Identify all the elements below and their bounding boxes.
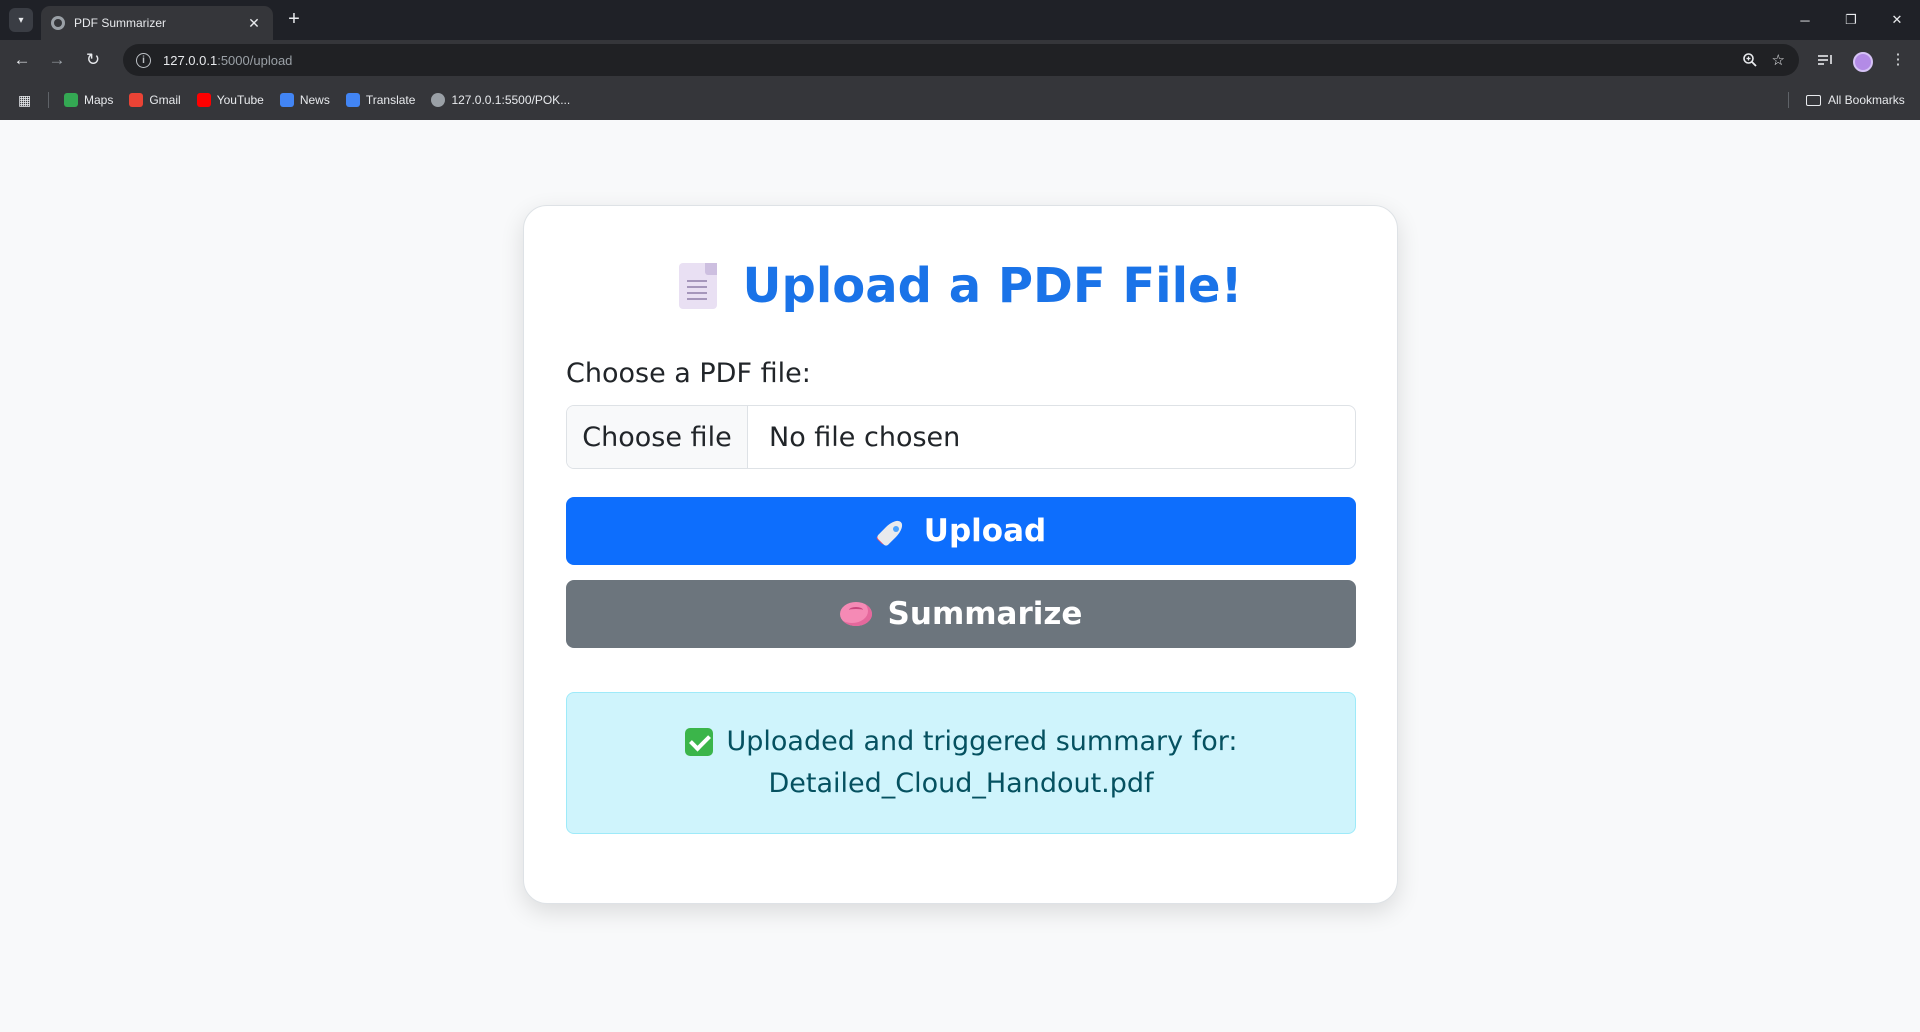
site-info-icon[interactable]: i xyxy=(136,52,151,68)
browser-tab-bar: ▾ PDF Summarizer ✕ + ─ ❐ ✕ xyxy=(0,0,1920,40)
address-bar[interactable]: i 127.0.0.1:5000/upload ☆ xyxy=(123,44,1799,76)
translate-icon xyxy=(345,93,360,107)
all-bookmarks-button[interactable]: All Bookmarks xyxy=(1806,80,1905,120)
summarize-button-label: Summarize xyxy=(887,596,1083,632)
bookmark-list: Maps Gmail YouTube News Translate 127.0.… xyxy=(64,80,570,120)
url-path: :5000/upload xyxy=(217,52,293,68)
bookmark-label: YouTube xyxy=(216,93,264,107)
status-alert: Uploaded and triggered summary for: Deta… xyxy=(566,692,1356,834)
reading-list-icon[interactable] xyxy=(1813,48,1837,72)
tab-close-icon[interactable]: ✕ xyxy=(245,15,263,32)
choose-file-button[interactable]: Choose file xyxy=(567,406,748,468)
globe-icon xyxy=(51,16,65,30)
upload-button-label: Upload xyxy=(923,513,1047,549)
alert-filename: Detailed_Cloud_Handout.pdf xyxy=(768,768,1154,799)
page-title: Upload a PDF File! xyxy=(742,258,1243,314)
file-status-text: No file chosen xyxy=(769,421,961,453)
bookmarks-bar: ▦ Maps Gmail YouTube News Translate 127.… xyxy=(0,80,1920,120)
all-bookmarks-label: All Bookmarks xyxy=(1828,93,1905,107)
news-icon xyxy=(279,93,294,107)
apps-grid-icon[interactable]: ▦ xyxy=(18,92,34,108)
youtube-icon xyxy=(196,93,211,107)
pdf-file-input[interactable]: Choose file No file chosen xyxy=(566,405,1356,469)
bookmark-label: Maps xyxy=(84,93,114,107)
browser-tab[interactable]: PDF Summarizer ✕ xyxy=(41,6,273,40)
menu-icon[interactable]: ⋮ xyxy=(1886,48,1910,72)
bookmark-gmail[interactable]: Gmail xyxy=(129,93,181,107)
reload-button[interactable]: ↻ xyxy=(81,48,105,72)
brain-icon xyxy=(839,598,872,630)
bookmark-label: 127.0.0.1:5500/POK... xyxy=(451,93,571,107)
document-icon xyxy=(678,263,717,309)
check-mark-icon xyxy=(684,728,713,756)
folder-icon xyxy=(1806,94,1821,106)
bookmark-news[interactable]: News xyxy=(279,93,330,107)
bookmark-star-icon[interactable]: ☆ xyxy=(1772,51,1785,69)
tab-search-icon[interactable]: ▾ xyxy=(9,8,33,32)
bookmark-label: Translate xyxy=(365,93,416,107)
close-window-button[interactable]: ✕ xyxy=(1874,0,1920,40)
restore-button[interactable]: ❐ xyxy=(1828,0,1874,40)
bookmark-label: Gmail xyxy=(149,93,181,107)
zoom-icon[interactable] xyxy=(1742,52,1758,68)
minimize-button[interactable]: ─ xyxy=(1782,0,1828,40)
alert-message: Uploaded and triggered summary for: xyxy=(684,721,1238,763)
upload-card: Upload a PDF File! Choose a PDF file: Ch… xyxy=(523,205,1398,904)
url-host: 127.0.0.1 xyxy=(163,52,218,68)
rocket-icon xyxy=(875,515,908,547)
gmail-icon xyxy=(129,93,144,107)
forward-button[interactable]: → xyxy=(45,48,69,72)
window-controls: ─ ❐ ✕ xyxy=(1782,0,1920,40)
omnibox-actions: ☆ xyxy=(1742,44,1785,76)
bookmark-youtube[interactable]: YouTube xyxy=(196,93,264,107)
back-button[interactable]: ← xyxy=(10,48,34,72)
maps-icon xyxy=(64,93,78,107)
tab-title: PDF Summarizer xyxy=(74,16,167,30)
alert-text: Uploaded and triggered summary for: xyxy=(726,726,1238,757)
upload-button[interactable]: Upload xyxy=(566,497,1356,565)
summarize-button[interactable]: Summarize xyxy=(566,580,1356,648)
file-input-label: Choose a PDF file: xyxy=(566,358,811,389)
new-tab-button[interactable]: + xyxy=(282,8,306,32)
page-heading: Upload a PDF File! xyxy=(524,251,1397,321)
profile-avatar[interactable] xyxy=(1853,52,1873,72)
bookmarks-divider xyxy=(48,92,49,108)
bookmark-localhost[interactable]: 127.0.0.1:5500/POK... xyxy=(431,93,570,107)
browser-toolbar: ← → ↻ i 127.0.0.1:5000/upload ☆ ⋮ xyxy=(0,40,1920,80)
bookmark-translate[interactable]: Translate xyxy=(345,93,416,107)
globe-icon xyxy=(431,93,446,107)
bookmarks-divider xyxy=(1788,92,1789,108)
bookmark-label: News xyxy=(299,93,330,107)
bookmark-maps[interactable]: Maps xyxy=(64,93,113,107)
